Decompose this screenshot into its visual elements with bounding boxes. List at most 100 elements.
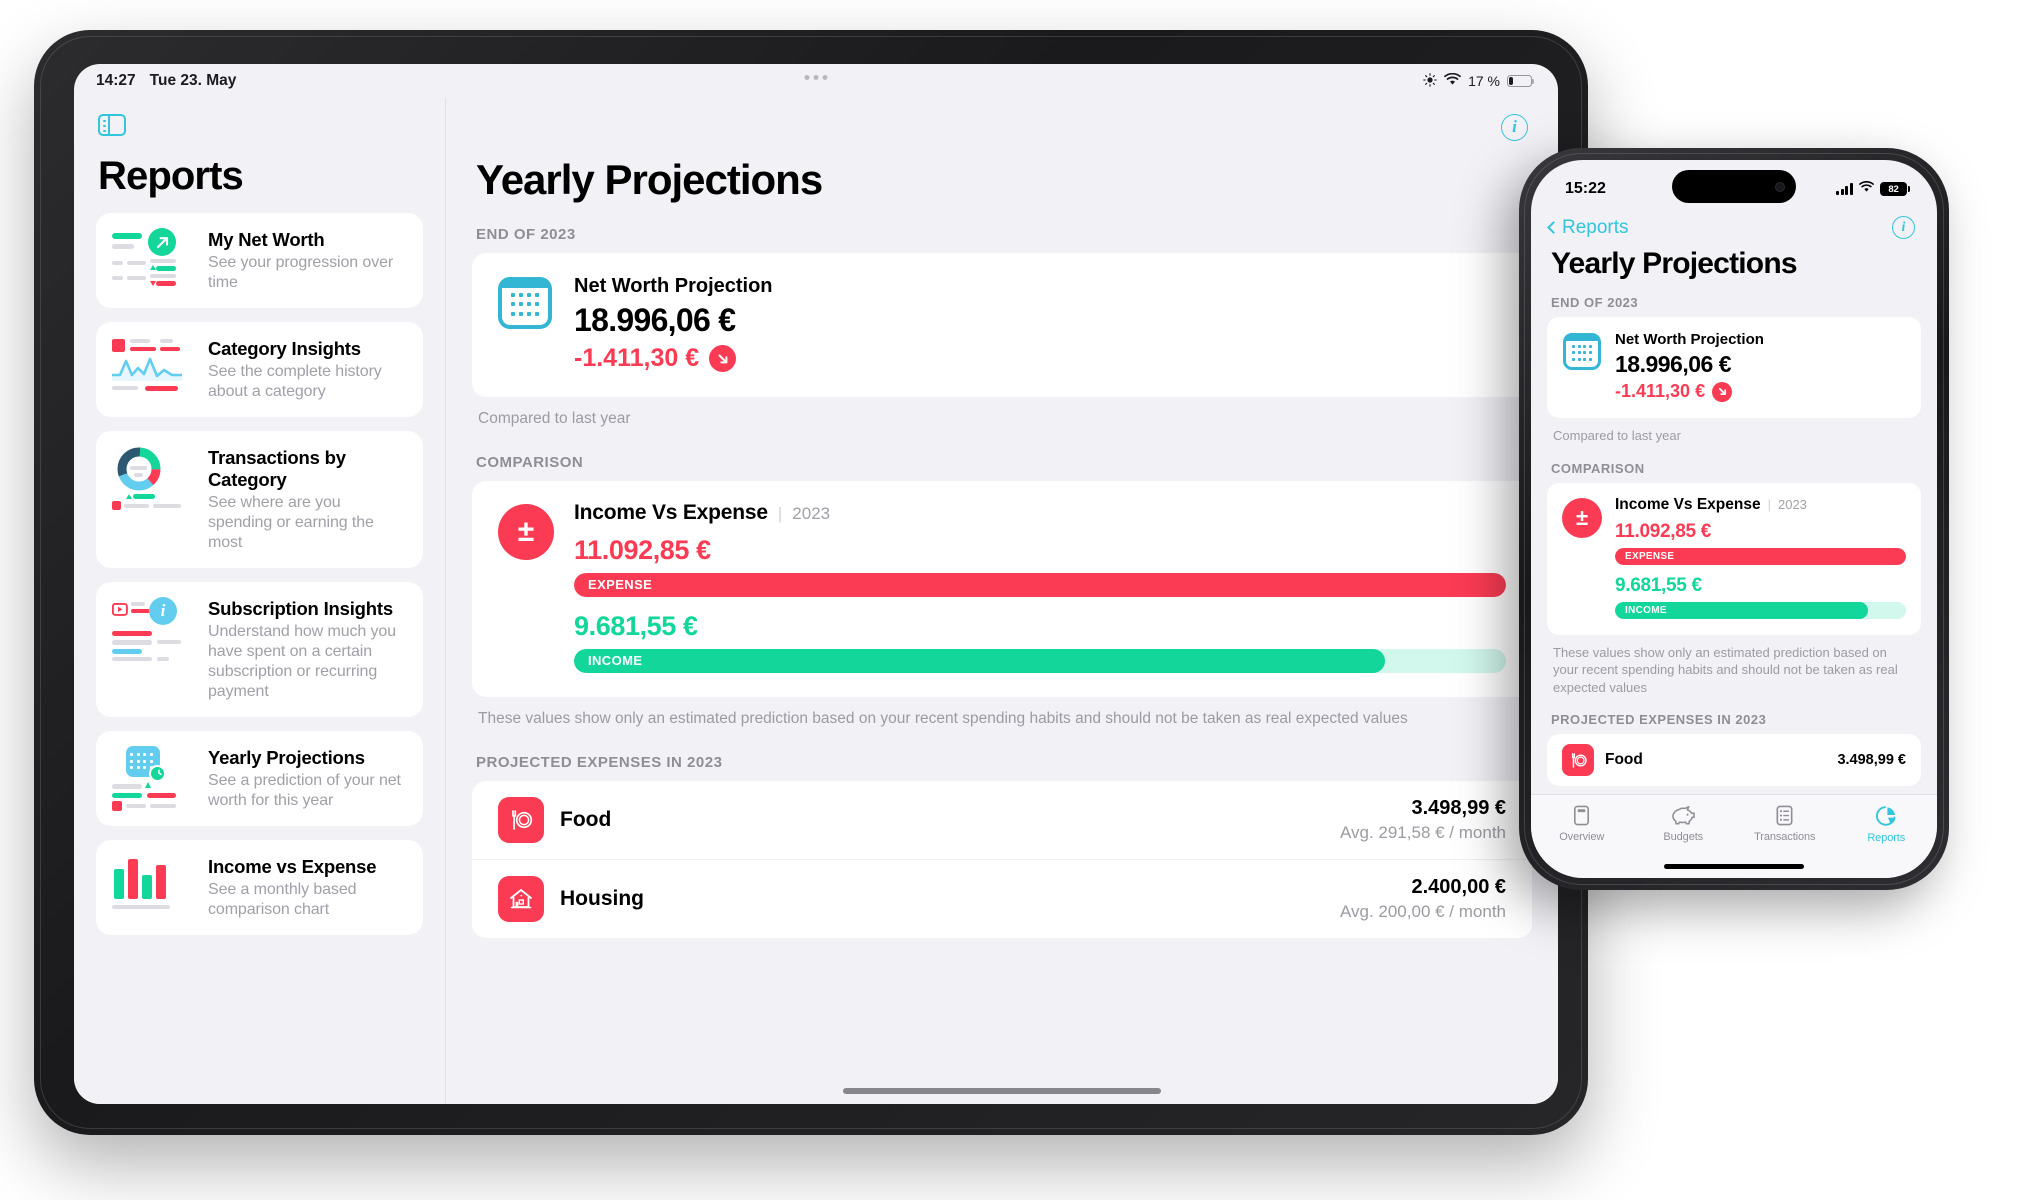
- page-title: Yearly Projections: [476, 156, 823, 203]
- income-vs-expense-title: Income Vs Expense: [1615, 495, 1761, 513]
- expense-amount: 3.498,99 €: [1837, 752, 1906, 769]
- expense-average: Avg. 291,58 € / month: [1339, 822, 1506, 842]
- expense-bar-track: EXPENSE: [574, 572, 1506, 597]
- category-insights-thumb-icon: [112, 337, 194, 397]
- status-time: 15:22: [1565, 180, 1606, 197]
- sidebar-item-yearly-projections[interactable]: Yearly Projections See a prediction of y…: [96, 731, 423, 826]
- back-button[interactable]: Reports: [1547, 216, 1629, 239]
- tab-label: Overview: [1559, 831, 1605, 843]
- arrow-down-right-icon: [709, 345, 737, 372]
- plus-minus-icon: ±: [498, 503, 554, 560]
- expense-amount: 2.400,00 €: [1411, 875, 1506, 898]
- expense-category-name: Food: [560, 807, 612, 831]
- section-header-end-of-year: END OF 2023: [476, 226, 576, 243]
- report-subtitle: See a prediction of your net worth for t…: [208, 772, 401, 809]
- front-camera-icon: [1775, 181, 1785, 192]
- tab-budgets[interactable]: Budgets: [1633, 804, 1735, 843]
- title-divider: |: [1767, 496, 1771, 512]
- net-worth-value: 18.996,06 €: [574, 302, 736, 338]
- net-worth-projection-card[interactable]: Net Worth Projection 18.996,06 € -1.411,…: [472, 253, 1532, 397]
- sidebar-item-transactions-by-category[interactable]: Transactions by Category See where are y…: [96, 431, 423, 568]
- ipad-screen: 14:27 Tue 23. May 17 % Reports My Net Wo…: [74, 64, 1558, 1104]
- tab-label: Budgets: [1663, 831, 1704, 843]
- tab-overview[interactable]: Overview: [1531, 804, 1633, 843]
- table-row[interactable]: Food 3.498,99 € Avg. 291,58 € / month: [472, 781, 1532, 859]
- income-bar-fill: INCOME: [1615, 601, 1869, 619]
- income-bar-label: INCOME: [1625, 604, 1667, 616]
- net-worth-label: Net Worth Projection: [574, 275, 773, 297]
- net-worth-note: Compared to last year: [1553, 428, 1681, 443]
- report-subtitle: See your progression over time: [208, 254, 394, 291]
- scroll-indicator[interactable]: [843, 1088, 1161, 1094]
- income-value: 9.681,55 €: [574, 610, 698, 641]
- income-vs-expense-title: Income Vs Expense: [574, 500, 768, 524]
- main-content: i Yearly Projections END OF 2023 Net Wor…: [446, 98, 1558, 1104]
- report-subtitle: See the complete history about a categor…: [208, 363, 382, 400]
- expense-bar-label: EXPENSE: [588, 577, 653, 593]
- status-date: Tue 23. May: [149, 72, 237, 89]
- ipad-status-bar: 14:27 Tue 23. May 17 %: [74, 64, 1558, 98]
- net-worth-label: Net Worth Projection: [1615, 331, 1764, 348]
- sidebar-title: Reports: [98, 154, 244, 198]
- sidebar-item-category-insights[interactable]: Category Insights See the complete histo…: [96, 322, 423, 417]
- report-title: Income vs Expense: [208, 856, 377, 877]
- table-row[interactable]: Housing 2.400,00 € Avg. 200,00 € / month: [472, 858, 1532, 938]
- expense-value: 11.092,85 €: [1615, 520, 1712, 542]
- tab-transactions[interactable]: Transactions: [1734, 804, 1836, 843]
- projected-expenses-card: Food 3.498,99 €: [1547, 734, 1921, 787]
- expense-amount: 3.498,99 €: [1411, 796, 1506, 819]
- income-value: 9.681,55 €: [1615, 574, 1702, 596]
- section-header-end-of-year: END OF 2023: [1551, 295, 1639, 310]
- ipad-device: 14:27 Tue 23. May 17 % Reports My Net Wo…: [34, 30, 1588, 1135]
- report-subtitle: See a monthly based comparison chart: [208, 881, 357, 918]
- income-vs-expense-card[interactable]: ± Income Vs Expense | 2023 11.092,85 € E…: [472, 480, 1532, 697]
- report-title: Category Insights: [208, 338, 361, 359]
- section-header-projected-expenses: PROJECTED EXPENSES IN 2023: [1551, 712, 1767, 728]
- card-icon: [1574, 805, 1590, 826]
- list-icon: [1776, 805, 1793, 826]
- report-subtitle: See where are you spending or earning th…: [208, 494, 374, 551]
- sidebar-item-income-vs-expense[interactable]: Income vs Expense See a monthly based co…: [96, 840, 423, 935]
- donut-chart-thumb-icon: [112, 446, 194, 510]
- bar-chart-thumb-icon: [112, 855, 194, 915]
- wifi-icon: [1859, 180, 1874, 198]
- piggy-bank-icon: [1671, 805, 1695, 825]
- income-bar-label: INCOME: [588, 653, 643, 669]
- section-header-projected-expenses: PROJECTED EXPENSES IN 2023: [476, 753, 723, 771]
- calendar-icon: [1563, 333, 1601, 370]
- tab-reports[interactable]: Reports: [1836, 804, 1938, 844]
- income-vs-expense-note: These values show only an estimated pred…: [478, 709, 1408, 727]
- net-worth-value: 18.996,06 €: [1615, 351, 1732, 377]
- iphone-device: 15:22 82 Reports i Yearly Projections EN…: [1519, 148, 1949, 890]
- battery-percent: 17 %: [1468, 73, 1500, 89]
- section-header-comparison: COMPARISON: [476, 453, 584, 471]
- list-item[interactable]: Food 3.498,99 €: [1547, 734, 1921, 786]
- net-worth-delta: -1.411,30 €: [574, 344, 700, 372]
- battery-icon: 82: [1880, 182, 1911, 196]
- back-label: Reports: [1562, 216, 1629, 238]
- report-subtitle: Understand how much you have spent on a …: [208, 623, 397, 700]
- iphone-status-bar: 15:22 82: [1531, 160, 1937, 208]
- income-vs-expense-year: 2023: [1777, 496, 1807, 512]
- info-icon[interactable]: i: [1892, 216, 1915, 239]
- food-icon: [498, 796, 544, 843]
- wifi-icon: [1444, 72, 1461, 89]
- main-toolbar: i: [446, 98, 1558, 156]
- projected-expenses-card: Food 3.498,99 € Avg. 291,58 € / month Ho…: [472, 780, 1532, 938]
- income-bar-track: INCOME: [574, 648, 1506, 673]
- income-vs-expense-card[interactable]: ± Income Vs Expense | 2023 11.092,85 € E…: [1547, 482, 1921, 635]
- house-icon: [498, 875, 544, 922]
- sidebar-toggle-icon[interactable]: [98, 114, 126, 136]
- food-icon: [1562, 744, 1594, 777]
- iphone-nav-bar: Reports i: [1531, 208, 1937, 239]
- multitask-grabber[interactable]: [804, 75, 828, 80]
- battery-icon: [1507, 74, 1535, 88]
- report-title: Yearly Projections: [208, 747, 365, 768]
- plus-minus-icon: ±: [1562, 497, 1602, 538]
- info-icon[interactable]: i: [1501, 113, 1528, 141]
- report-title: Subscription Insights: [208, 598, 393, 619]
- sidebar-item-my-net-worth[interactable]: My Net Worth See your progression over t…: [96, 213, 423, 308]
- net-worth-projection-card[interactable]: Net Worth Projection 18.996,06 € -1.411,…: [1547, 317, 1921, 418]
- expense-category-name: Food: [1605, 751, 1643, 769]
- sidebar-item-subscription-insights[interactable]: i Subscription Insights Understand how m…: [96, 582, 423, 717]
